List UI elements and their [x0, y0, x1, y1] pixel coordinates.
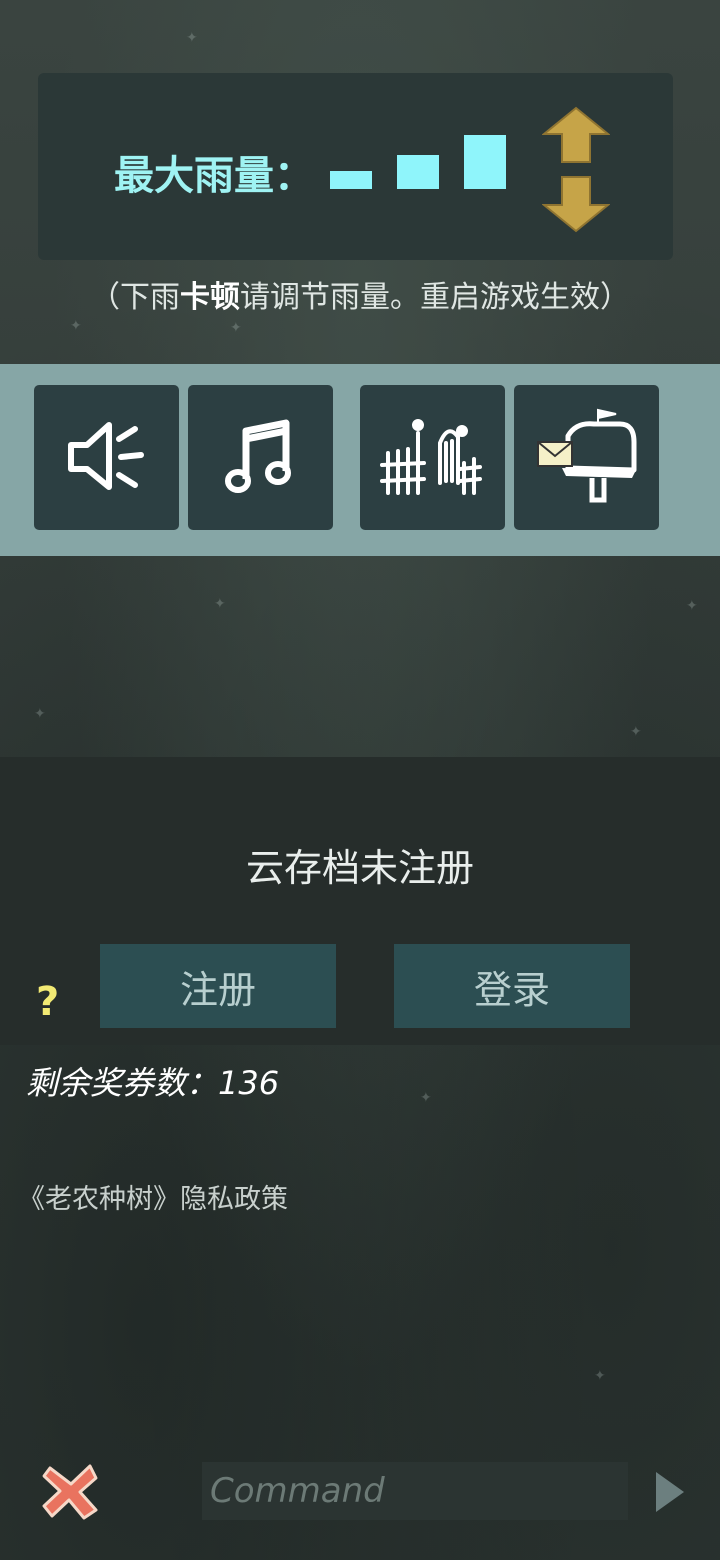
music-toggle-button[interactable] [188, 385, 333, 530]
remaining-coupons-text: 剩余奖券数：136 [26, 1064, 280, 1102]
rain-settings-panel: 最大雨量： [38, 73, 673, 260]
star-decoration: ✦ [686, 598, 698, 614]
music-note-icon [224, 419, 291, 493]
register-button[interactable]: 注册 [100, 944, 336, 1028]
increase-rain-arrow-icon[interactable] [542, 106, 610, 164]
settings-icon-strip [0, 364, 720, 556]
cloud-save-panel: 云存档未注册 ? 注册 登录 [0, 757, 720, 1045]
fence-icon [379, 418, 482, 495]
star-decoration: ✦ [186, 30, 198, 46]
star-decoration: ✦ [230, 320, 242, 336]
command-input[interactable] [202, 1462, 628, 1520]
close-icon[interactable] [38, 1458, 104, 1524]
mailbox-icon [536, 408, 636, 502]
rain-hint-text: （下雨卡顿请调节雨量。重启游戏生效） [90, 280, 630, 315]
star-decoration: ✦ [214, 596, 226, 612]
star-decoration: ✦ [594, 1368, 606, 1384]
decrease-rain-arrow-icon[interactable] [542, 175, 610, 233]
help-button[interactable]: ? [36, 979, 59, 1025]
star-decoration: ✦ [70, 318, 82, 334]
rain-level-bar [397, 155, 439, 189]
rain-level-bar [330, 171, 372, 189]
star-decoration: ✦ [420, 1090, 432, 1106]
rain-level-indicator [330, 133, 520, 189]
privacy-policy-link[interactable]: 《老农种树》隐私政策 [18, 1177, 288, 1216]
send-arrow-icon[interactable] [652, 1470, 686, 1514]
sound-toggle-button[interactable] [34, 385, 179, 530]
mailbox-button[interactable] [514, 385, 659, 530]
login-button[interactable]: 登录 [394, 944, 630, 1028]
rain-level-bar [464, 135, 506, 189]
cloud-save-status: 云存档未注册 [245, 846, 474, 890]
speaker-icon [67, 421, 144, 490]
star-decoration: ✦ [34, 706, 46, 722]
max-rain-label: 最大雨量： [114, 153, 314, 199]
star-decoration: ✦ [630, 724, 642, 740]
fence-toggle-button[interactable] [360, 385, 505, 530]
